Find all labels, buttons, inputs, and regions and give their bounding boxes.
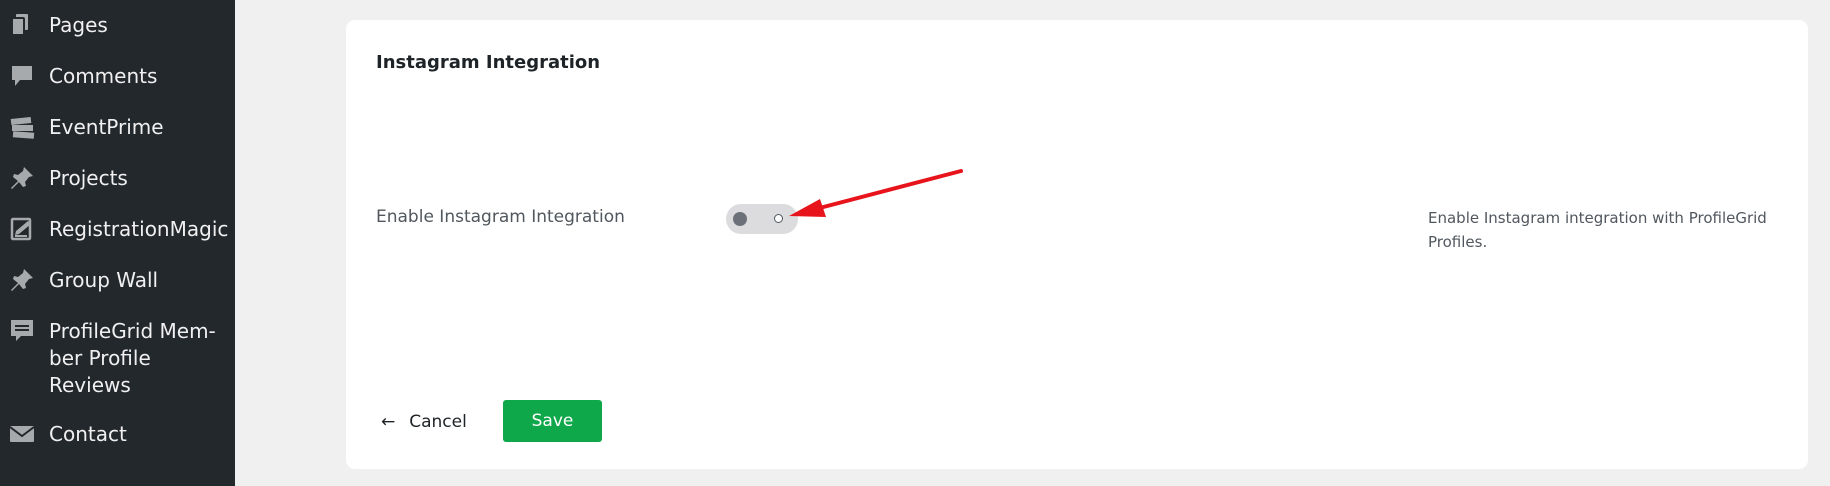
pushpin-icon bbox=[8, 164, 36, 192]
comments-icon bbox=[8, 62, 36, 90]
toggle-off-indicator-icon bbox=[774, 214, 783, 223]
back-arrow-icon: ← bbox=[381, 412, 396, 432]
sidebar-item-label: EventPrime bbox=[49, 115, 164, 139]
sidebar-item-label-line: ProfileGrid Mem- bbox=[49, 319, 216, 343]
page-root: Pages Comments EventPrime Projects Regis bbox=[0, 0, 1830, 486]
forms-icon bbox=[8, 215, 36, 243]
sidebar-item-label-line: ber Profile bbox=[49, 346, 151, 370]
sidebar-item-registrationmagic[interactable]: RegistrationMagic bbox=[0, 213, 235, 247]
sidebar-item-eventprime[interactable]: EventPrime bbox=[0, 111, 235, 145]
sidebar-item-pages[interactable]: Pages bbox=[0, 9, 235, 43]
field-help-text: Enable Instagram integration with Profil… bbox=[1428, 209, 1767, 251]
sidebar-item-label: Projects bbox=[49, 166, 128, 190]
save-button[interactable]: Save bbox=[503, 400, 602, 442]
email-icon bbox=[8, 420, 36, 448]
cancel-link[interactable]: ← Cancel bbox=[381, 412, 467, 432]
enable-instagram-toggle[interactable] bbox=[726, 204, 798, 234]
pages-icon bbox=[8, 11, 36, 39]
cancel-label: Cancel bbox=[409, 412, 467, 432]
pushpin-icon bbox=[8, 266, 36, 294]
sidebar-item-label: Contact bbox=[49, 422, 127, 446]
sidebar-item-group-wall[interactable]: Group Wall bbox=[0, 264, 235, 298]
admin-sidebar: Pages Comments EventPrime Projects Regis bbox=[0, 0, 235, 486]
sidebar-item-comments[interactable]: Comments bbox=[0, 60, 235, 94]
sidebar-item-profilegrid-member-profile-reviews[interactable]: ProfileGrid Mem- ber Profile Reviews bbox=[0, 315, 235, 399]
feedback-icon bbox=[8, 317, 36, 345]
settings-card: Instagram Integration Enable Instagram I… bbox=[346, 20, 1808, 469]
sidebar-item-label: Pages bbox=[49, 13, 108, 37]
toggle-knob bbox=[733, 212, 747, 226]
sidebar-item-contact[interactable]: Contact bbox=[0, 418, 235, 452]
sidebar-item-label: Comments bbox=[49, 64, 158, 88]
sidebar-item-label: RegistrationMagic bbox=[49, 217, 229, 241]
card-title: Instagram Integration bbox=[376, 52, 601, 73]
sidebar-item-projects[interactable]: Projects bbox=[0, 162, 235, 196]
sidebar-item-label-line: Reviews bbox=[49, 373, 131, 397]
sidebar-item-label: Group Wall bbox=[49, 268, 159, 292]
enable-instagram-label: Enable Instagram Integration bbox=[376, 207, 625, 227]
tickets-icon bbox=[8, 113, 36, 141]
